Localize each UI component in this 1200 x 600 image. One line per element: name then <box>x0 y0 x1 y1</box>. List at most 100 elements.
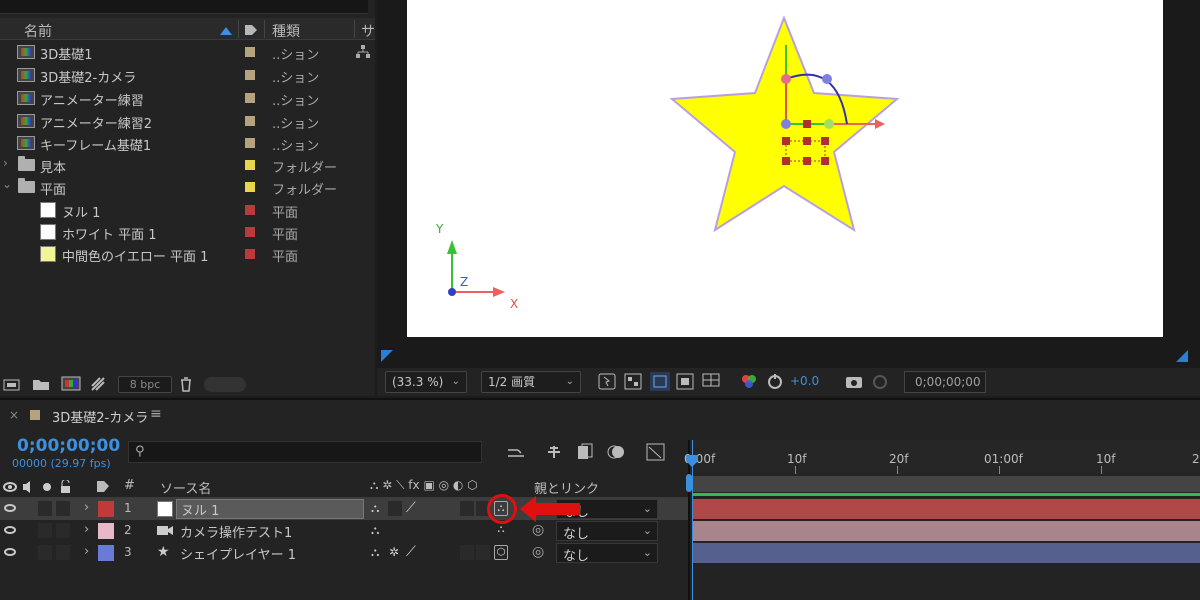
parent-link-header[interactable]: 親とリンク <box>534 478 599 497</box>
composition-mini-flowchart-icon[interactable] <box>506 445 526 461</box>
3d-layer-toggle-icon[interactable]: ⛬ <box>494 523 508 538</box>
sort-up-icon[interactable] <box>220 27 232 35</box>
label-color-swatch[interactable] <box>245 93 255 103</box>
label-color-swatch[interactable] <box>245 160 255 170</box>
shy-switch-icon[interactable]: ⛬ <box>371 501 379 516</box>
bit-depth-button[interactable]: 8 bpc <box>118 376 172 393</box>
layer-row[interactable]: › 2 カメラ操作テスト1 ⛬ ⛬ ◎ なし ⌄ <box>0 520 688 542</box>
trash-icon[interactable] <box>179 376 193 392</box>
thumbnail-size-slider[interactable] <box>204 377 246 392</box>
timeline-tab[interactable]: × 3D基礎2-カメラ ≡ <box>0 402 200 428</box>
time-ruler[interactable] <box>690 440 1200 474</box>
lock-toggle[interactable] <box>56 501 70 516</box>
chevron-right-icon[interactable]: › <box>84 544 89 559</box>
timeline-current-time[interactable]: 0;00;00;00 <box>17 436 120 456</box>
label-color-swatch[interactable] <box>245 249 255 259</box>
resolution-select[interactable]: 1/2 画質 ⌄ <box>481 371 581 393</box>
shy-switch-icon[interactable]: ⛬ <box>371 545 379 560</box>
adjustment-switch[interactable] <box>460 501 474 516</box>
av-features-header[interactable] <box>3 479 75 498</box>
eye-icon[interactable] <box>4 526 16 534</box>
frame-blending-icon[interactable] <box>576 443 594 461</box>
lock-toggle[interactable] <box>56 545 70 560</box>
shy-switch-icon[interactable]: ⛬ <box>371 523 379 538</box>
parent-select[interactable]: なし⌄ <box>556 543 658 564</box>
collapse-switch-icon[interactable]: ✲ <box>389 545 399 559</box>
column-extra-header[interactable]: サ <box>361 21 375 41</box>
source-name-header[interactable]: ソース名 <box>160 478 211 497</box>
label-color-swatch[interactable] <box>245 227 255 237</box>
label-color-swatch[interactable] <box>245 182 255 192</box>
work-area-bar[interactable] <box>693 476 1200 492</box>
solo-toggle[interactable] <box>38 545 52 560</box>
pickwhip-icon[interactable]: ◎ <box>532 522 544 538</box>
solo-toggle[interactable] <box>38 501 52 516</box>
project-item[interactable]: アニメーター練習2 ..ション <box>0 110 375 132</box>
label-color-swatch[interactable] <box>245 70 255 80</box>
eye-icon[interactable] <box>4 504 16 512</box>
layer-duration-bar[interactable] <box>693 499 1200 519</box>
exposure-value[interactable]: +0.0 <box>790 374 819 388</box>
adjustment-switch[interactable] <box>460 545 474 560</box>
solo-toggle[interactable] <box>38 523 52 538</box>
zoom-select[interactable]: (33.3 %) ⌄ <box>385 371 467 393</box>
switches-header[interactable]: ⛬ ✲ ⟍ fx ▣ ◎ ◐ ⬡ <box>370 478 478 493</box>
project-item[interactable]: 3D基礎2-カメラ ..ション <box>0 64 375 86</box>
project-item[interactable]: キーフレーム基礎1 ..ション <box>0 132 375 154</box>
motion-blur-icon[interactable] <box>606 443 626 461</box>
project-item[interactable]: 3D基礎1 ..ション <box>0 41 375 63</box>
project-item[interactable]: ホワイト 平面 1 平面 <box>0 221 375 243</box>
fast-preview-icon[interactable] <box>598 373 616 390</box>
show-snapshot-icon[interactable] <box>871 373 889 390</box>
layer-duration-bar[interactable] <box>693 543 1200 563</box>
render-queue-icon[interactable] <box>90 376 106 392</box>
project-folder[interactable]: › 見本 フォルダー <box>0 154 375 176</box>
label-tag-icon[interactable] <box>96 480 110 494</box>
pickwhip-icon[interactable]: ◎ <box>532 544 544 560</box>
canvas-content[interactable] <box>407 0 1163 337</box>
graph-editor-icon[interactable] <box>646 443 666 461</box>
close-icon[interactable]: × <box>9 408 19 422</box>
layer-row[interactable]: › 1 ヌル 1 ⛬ ⟋ ⛬ ◎ なし⌄ <box>0 498 688 520</box>
new-folder-icon[interactable] <box>32 377 50 391</box>
layer-number-header[interactable]: # <box>124 478 135 493</box>
tag-icon[interactable] <box>244 24 258 36</box>
quality-switch-icon[interactable]: ⟋ <box>406 544 416 560</box>
shy-layers-icon[interactable] <box>544 443 564 461</box>
column-type-header[interactable]: 種類 <box>272 21 300 41</box>
project-search-input[interactable] <box>0 0 368 14</box>
label-color-swatch[interactable] <box>245 116 255 126</box>
interpret-footage-icon[interactable] <box>3 377 21 391</box>
panel-menu-icon[interactable]: ≡ <box>150 406 162 422</box>
chevron-right-icon[interactable]: › <box>84 522 89 537</box>
mask-visibility-icon[interactable] <box>650 372 670 391</box>
lock-toggle[interactable] <box>56 523 70 538</box>
snapshot-camera-icon[interactable] <box>845 374 863 389</box>
column-divider[interactable] <box>264 20 265 38</box>
column-divider[interactable] <box>238 20 239 38</box>
grid-guides-icon[interactable] <box>702 373 722 390</box>
project-folder[interactable]: ⌄ 平面 フォルダー <box>0 176 375 198</box>
transparency-grid-icon[interactable] <box>624 373 642 390</box>
column-divider[interactable] <box>354 20 355 38</box>
layer-row[interactable]: › 3 ★ シェイプレイヤー 1 ⛬ ✲ ⟋ ⬡ ◎ なし ⌄ <box>0 542 688 564</box>
collapse-switch[interactable] <box>388 501 402 516</box>
channel-icon[interactable] <box>740 373 758 390</box>
layer-label-color[interactable] <box>98 501 114 517</box>
label-color-swatch[interactable] <box>245 47 255 57</box>
quality-switch-icon[interactable]: ⟋ <box>406 500 416 516</box>
motion-blur-switch[interactable] <box>476 545 490 560</box>
chevron-right-icon[interactable]: › <box>84 500 89 515</box>
project-item[interactable]: アニメーター練習 ..ション <box>0 87 375 109</box>
label-color-swatch[interactable] <box>245 138 255 148</box>
project-item[interactable]: ヌル 1 平面 <box>0 199 375 221</box>
layer-label-color[interactable] <box>98 523 114 539</box>
project-item[interactable]: 中間色のイエロー 平面 1 平面 <box>0 243 375 265</box>
3d-layer-toggle-icon[interactable]: ⬡ <box>494 545 508 560</box>
region-of-interest-icon[interactable] <box>676 373 694 390</box>
label-color-swatch[interactable] <box>245 205 255 215</box>
chevron-down-icon[interactable]: ⌄ <box>2 177 12 191</box>
column-name-header[interactable]: 名前 <box>24 21 52 41</box>
parent-select[interactable]: なし⌄ <box>556 521 658 542</box>
reset-exposure-icon[interactable] <box>766 373 784 390</box>
